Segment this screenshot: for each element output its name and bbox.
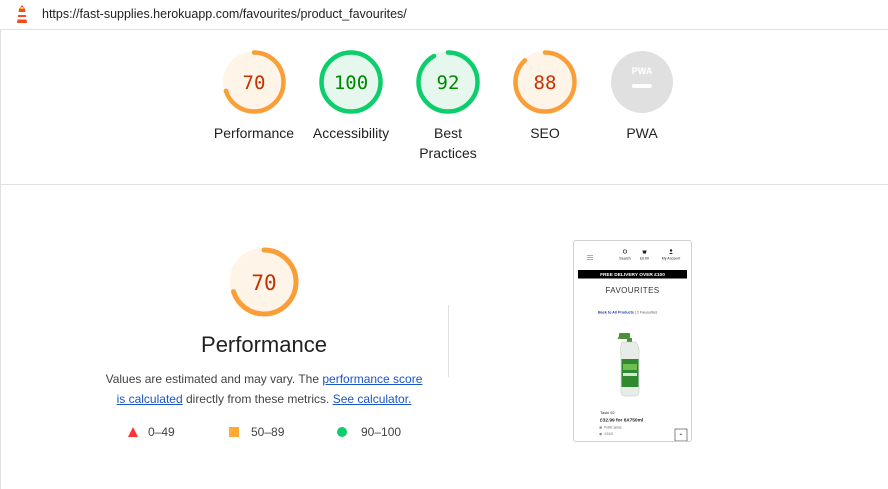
gauge-label: Best Practices: [419, 125, 477, 161]
nav-account: My Account: [662, 257, 681, 261]
search-icon: [622, 249, 628, 254]
banner-text: FREE DELIVERY OVER £100: [600, 272, 665, 278]
gauge-score: 70: [243, 72, 266, 94]
gauge-score: 92: [437, 72, 460, 94]
performance-score-link[interactable]: performance score: [322, 372, 422, 386]
url-text[interactable]: https://fast-supplies.herokuapp.com/favo…: [42, 7, 407, 21]
address-bar: https://fast-supplies.herokuapp.com/favo…: [0, 0, 888, 30]
gauge-score: 100: [334, 72, 368, 94]
gauge-label: SEO: [530, 125, 560, 141]
score-gauges: 70 Performance 100 Accessibility 92 Best Prac…: [0, 47, 888, 177]
performance-big-gauge: 70: [229, 247, 299, 317]
gauge-accessibility[interactable]: 100 Accessibility: [303, 49, 399, 143]
gauge-graphic: 88: [513, 50, 577, 114]
circle-icon: [337, 427, 347, 437]
hamburger-icon: [587, 255, 593, 260]
gauge-graphic: 100: [319, 50, 383, 114]
final-screenshot[interactable]: Search £0.00 My Account FREE DELIVERY OV…: [573, 240, 692, 442]
vertical-separator: [448, 305, 449, 377]
page-screenshot: Search £0.00 My Account FREE DELIVERY OV…: [578, 249, 688, 441]
nav-cart: £0.00: [640, 257, 649, 261]
pwa-icon: PWA: [632, 66, 653, 76]
lighthouse-icon: [17, 5, 27, 23]
product-rating: 4.91/5: [604, 432, 613, 436]
product-price: £32.99 for 6X750ml: [600, 418, 643, 424]
square-icon: [229, 427, 239, 437]
svg-text:+: +: [680, 432, 683, 438]
see-calculator-link[interactable]: See calculator.: [333, 392, 412, 406]
nav-search: Search: [619, 257, 630, 261]
gauge-background: [611, 51, 673, 113]
product-image: [617, 333, 640, 397]
gauge-graphic: 70: [222, 50, 286, 114]
account-icon: [669, 249, 673, 252]
legend-fail: 0–49: [128, 425, 175, 439]
legend-range: 90–100: [361, 425, 402, 439]
legend-average: 50–89: [229, 425, 284, 439]
performance-description: Values are estimated and may vary. The p…: [94, 369, 434, 409]
product-category: Public areas: [604, 426, 622, 430]
favourites-heading: FAVOURITES: [605, 286, 659, 295]
legend-pass: 90–100: [337, 425, 401, 439]
gauge-label: PWA: [626, 125, 658, 141]
product-name: Taski 92: [600, 410, 615, 415]
performance-title: Performance: [201, 332, 327, 357]
gauge-score: 70: [251, 271, 276, 295]
gauge-label: Performance: [213, 125, 295, 141]
desc-text-2: directly from these metrics.: [182, 392, 333, 406]
gauge-pwa[interactable]: PWA PWA: [594, 49, 690, 143]
gauge-graphic: 92: [416, 50, 480, 114]
gauge-graphic: PWA: [611, 51, 673, 113]
gauge-performance[interactable]: 70 Performance: [206, 49, 302, 143]
legend-range: 0–49: [148, 425, 175, 439]
is-calculated-link[interactable]: is calculated: [117, 392, 183, 406]
gauge-label: Accessibility: [312, 125, 390, 141]
cart-icon: [642, 250, 647, 254]
gauge-seo[interactable]: 88 SEO: [497, 49, 593, 143]
legend-range: 50–89: [251, 425, 285, 439]
na-dash-icon: [632, 84, 652, 88]
section-divider: [0, 184, 888, 185]
gauge-best-practices[interactable]: 92 Best Practices: [400, 49, 496, 163]
triangle-icon: [128, 427, 138, 437]
gauge-score: 88: [534, 72, 557, 94]
desc-text: Values are estimated and may vary. The: [105, 372, 323, 386]
back-link: Back to All Products| 2 Favourites: [598, 311, 657, 315]
